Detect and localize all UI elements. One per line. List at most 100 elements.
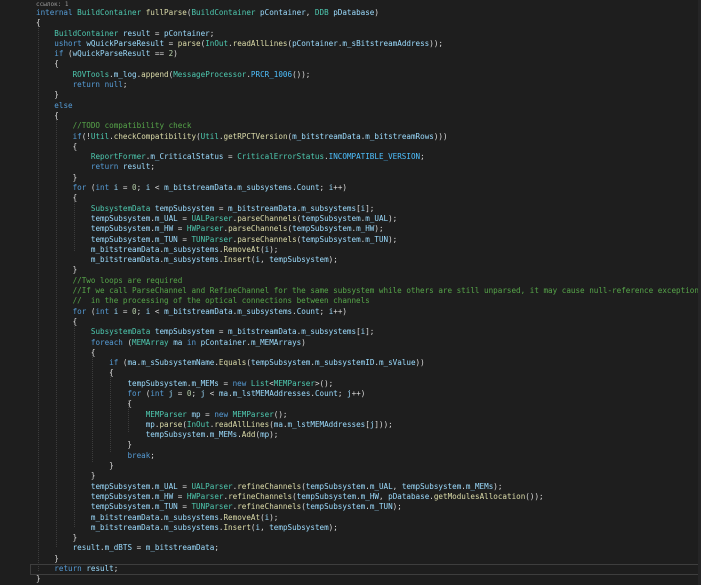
code-line[interactable]: //Two loops are required [36, 276, 701, 286]
code-line[interactable]: if(!Util.checkCompatibility(Util.getRPCT… [36, 132, 701, 142]
code-line[interactable]: if (wQuickParseResult == 2) [36, 49, 701, 59]
code-line[interactable]: SubsystemData tempSubsystem = m_bitstrea… [36, 204, 701, 214]
code-line[interactable]: for (int j = 0; j < ma.m_lstMEMAddresses… [36, 389, 701, 399]
code-line[interactable]: m_bitstreamData.m_subsystems.Insert(i, t… [36, 523, 701, 533]
code-line[interactable]: return null; [36, 80, 701, 90]
code-text[interactable]: internal BuildContainer fullParse(BuildC… [36, 8, 701, 585]
editor-gutter[interactable] [0, 0, 30, 585]
code-line[interactable]: tempSubsystem.m_TUN = TUNParser.parseCha… [36, 235, 701, 245]
code-line[interactable]: return result; [36, 162, 701, 172]
code-line[interactable]: ReportFormer.m_CriticalStatus = Critical… [36, 152, 701, 162]
code-token: Util [90, 131, 110, 141]
code-line[interactable]: if (ma.m_sSubsystemName.Equals(tempSubsy… [36, 358, 701, 368]
code-line[interactable]: tempSubsystem.m_UAL = UALParser.refineCh… [36, 482, 701, 492]
code-line[interactable]: MEMParser mp = new MEMParser(); [36, 410, 701, 420]
code-line[interactable]: tempSubsystem.m_HW = HWParser.parseChann… [36, 224, 701, 234]
code-line[interactable]: for (int i = 0; i < m_bitstreamData.m_su… [36, 307, 701, 317]
code-line[interactable]: } [36, 265, 701, 275]
code-token: ); [269, 244, 279, 254]
code-line[interactable]: foreach (MEMArray ma in pContainer.m_MEM… [36, 338, 701, 348]
code-token: ++) [333, 183, 347, 193]
code-token: InOut [205, 38, 229, 48]
code-line[interactable]: } [36, 461, 701, 471]
code-line[interactable]: m_bitstreamData.m_subsystems.RemoveAt(i)… [36, 245, 701, 255]
code-line[interactable]: SubsystemData tempSubsystem = m_bitstrea… [36, 327, 701, 337]
code-token: parseChannels [237, 234, 297, 244]
code-editor[interactable]: ссылок: 1 internal BuildContainer fullPa… [0, 0, 701, 585]
code-line[interactable]: break; [36, 451, 701, 461]
code-token: = [218, 378, 233, 388]
code-token: m_subsystems [237, 306, 293, 316]
code-line[interactable]: { [36, 399, 701, 409]
code-token: = [177, 234, 192, 244]
code-token: SubsystemData [90, 203, 155, 213]
code-token: mp [260, 430, 270, 440]
code-token: Add [241, 430, 256, 440]
code-token: m_UAL [154, 213, 178, 223]
code-line[interactable]: m_bitstreamData.m_subsystems.Insert(i, t… [36, 255, 701, 265]
code-line[interactable]: { [36, 317, 701, 327]
code-line[interactable]: mp.parse(InOut.readAllLines(ma.m_lstMEMA… [36, 420, 701, 430]
code-line[interactable]: BuildContainer result = pContainer; [36, 29, 701, 39]
code-line[interactable]: tempSubsystem.m_UAL = UALParser.parseCha… [36, 214, 701, 224]
code-line[interactable]: { [36, 142, 701, 152]
code-line[interactable]: { [36, 348, 701, 358]
code-line[interactable]: } [36, 574, 701, 584]
code-line[interactable]: internal BuildContainer fullParse(BuildC… [36, 8, 701, 18]
code-line[interactable]: } [36, 440, 701, 450]
code-token: return [54, 564, 87, 574]
code-line[interactable]: } [36, 554, 701, 564]
code-token: )); [429, 38, 443, 48]
code-token: m_HW [360, 491, 379, 501]
code-line[interactable]: ROVTools.m_log.append(MessageProcessor.P… [36, 70, 701, 80]
code-token: UALParser [191, 213, 233, 223]
code-line[interactable]: //TODO compatibility check [36, 121, 701, 131]
code-line[interactable]: result.m_dBTS = m_bitstreamData; [36, 543, 701, 553]
code-token: = [118, 306, 133, 316]
code-line[interactable]: { [36, 368, 701, 378]
code-token: UALParser [191, 481, 233, 491]
code-token: } [36, 471, 96, 481]
code-line[interactable]: return result; [36, 564, 701, 574]
code-line[interactable]: tempSubsystem.m_MEMs = new List<MEMParse… [36, 379, 701, 389]
code-line[interactable]: ushort wQuickParseResult = parse(InOut.r… [36, 39, 701, 49]
code-line[interactable]: } [36, 533, 701, 543]
code-line[interactable]: tempSubsystem.m_MEMs.Add(mp); [36, 430, 701, 440]
code-line[interactable]: } [36, 471, 701, 481]
code-token: )) [415, 358, 425, 368]
code-line[interactable]: else [36, 101, 701, 111]
code-token: result [122, 28, 151, 38]
code-token: ReportFormer [90, 152, 146, 162]
code-token: m_MEMArrays [250, 337, 302, 347]
references-codelens[interactable]: ссылок: 1 [36, 1, 69, 8]
code-line[interactable]: tempSubsystem.m_HW = HWParser.refineChan… [36, 492, 701, 502]
code-line[interactable]: // in the processing of the optical conn… [36, 296, 701, 306]
code-token: tempSubsystem [305, 502, 366, 512]
code-line[interactable]: m_bitstreamData.m_subsystems.RemoveAt(i)… [36, 513, 701, 523]
code-line[interactable]: //If we call ParseChannel and RefineChan… [36, 286, 701, 296]
code-token: { [36, 347, 96, 357]
code-token: m_subsystems [164, 244, 219, 254]
code-line[interactable]: { [36, 111, 701, 121]
code-line[interactable]: } [36, 173, 701, 183]
code-token: else [54, 100, 73, 110]
code-token: ; [209, 28, 215, 38]
code-line[interactable]: } [36, 90, 701, 100]
code-token: ); [392, 502, 402, 512]
code-token: m_bitstreamData [228, 203, 297, 213]
code-token: tempSubsystem [145, 430, 206, 440]
code-line[interactable]: for (int i = 0; i < m_bitstreamData.m_su… [36, 183, 701, 193]
code-token: MEMArray [132, 337, 174, 347]
code-token: Count [296, 183, 320, 193]
code-line[interactable]: { [36, 18, 701, 28]
code-line[interactable]: tempSubsystem.m_TUN = TUNParser.refineCh… [36, 502, 701, 512]
code-line[interactable]: { [36, 59, 701, 69]
code-line[interactable]: { [36, 193, 701, 203]
